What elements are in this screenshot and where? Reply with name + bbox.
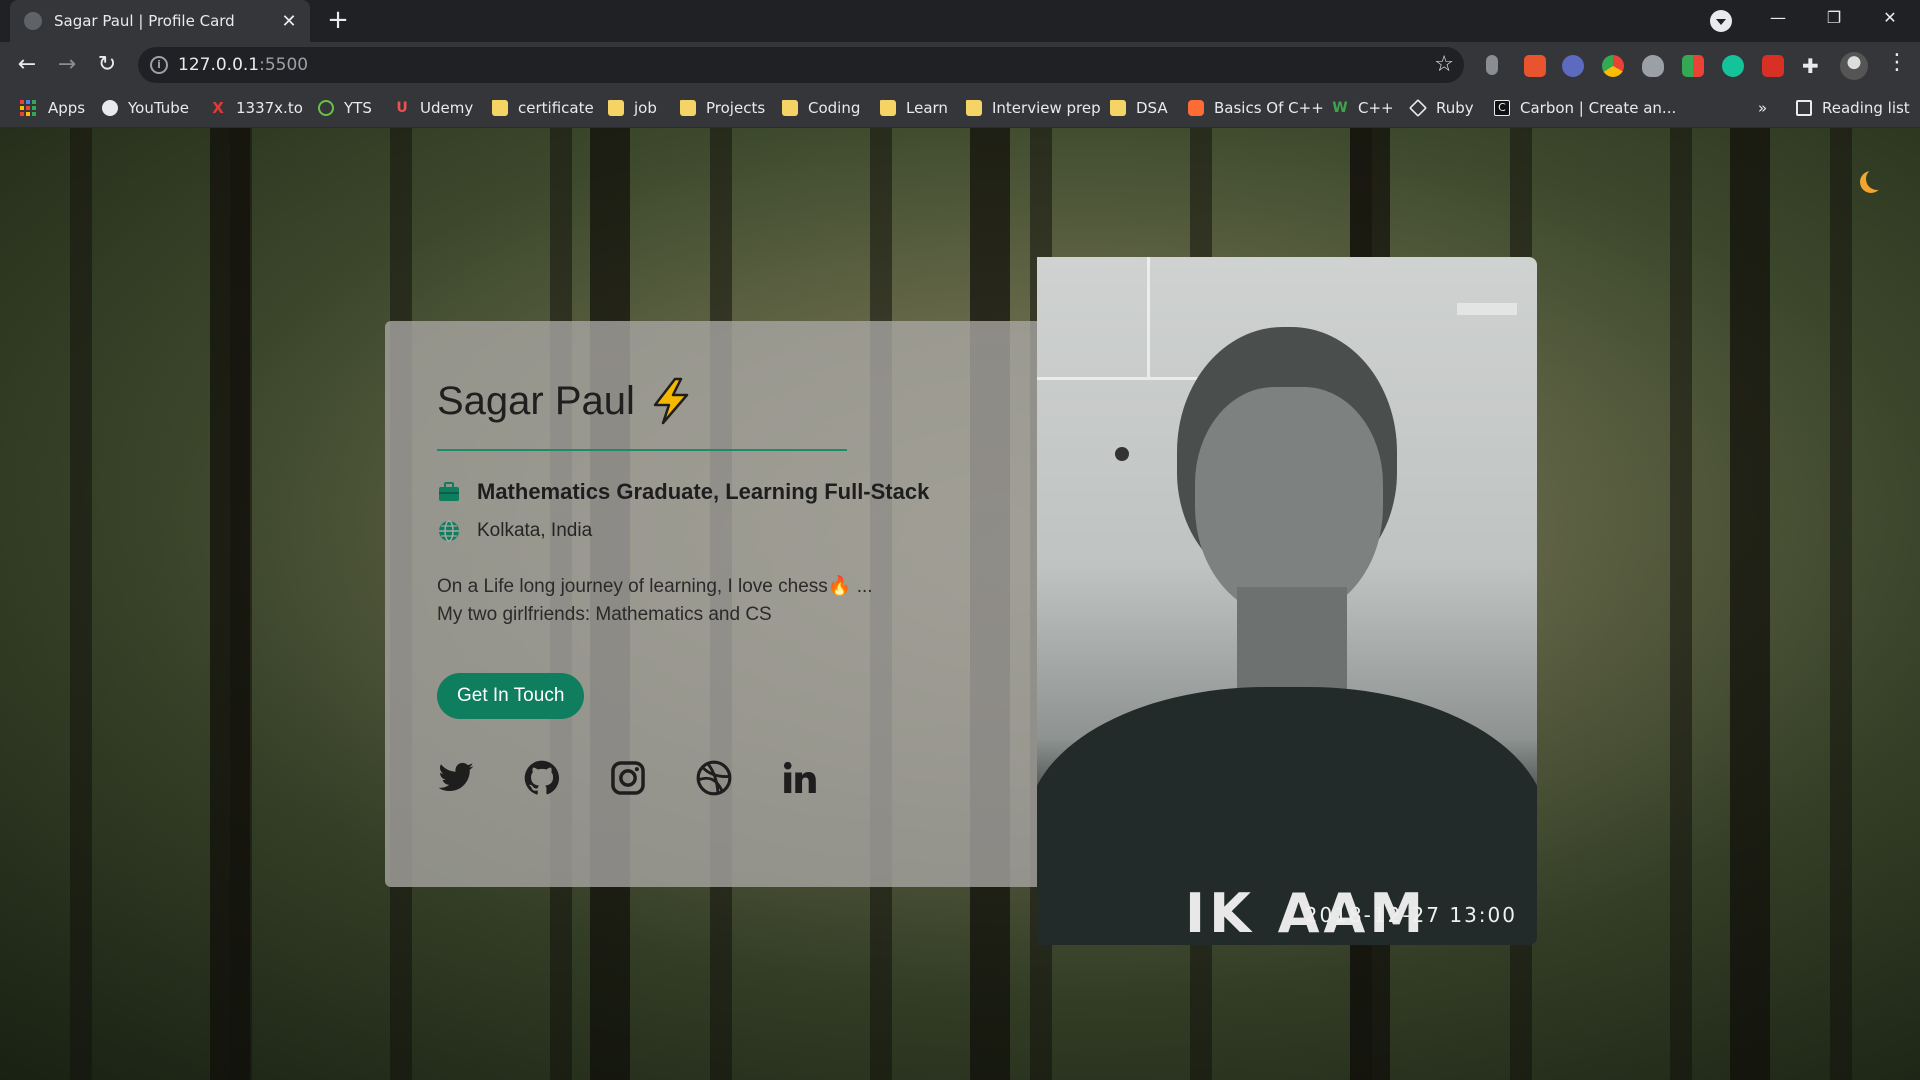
location-row: Kolkata, India [437,519,985,543]
reading-list-icon [1796,100,1812,116]
extension-icon[interactable] [1682,55,1704,77]
dark-mode-moon-icon[interactable] [1866,168,1888,190]
folder-icon [880,100,896,116]
url-text[interactable]: 127.0.0.1:5500 [178,55,308,75]
dribbble-icon[interactable] [695,759,733,797]
bio-line: My two girlfriends: Mathematics and CS [437,604,772,625]
bookmark-certificate[interactable]: certificate [492,88,594,128]
bookmark-youtube[interactable]: YouTube [102,88,189,128]
udemy-icon: U [396,100,408,116]
address-bar[interactable]: i 127.0.0.1:5500 ☆ [138,47,1464,83]
chrome-extension-icon[interactable] [1602,55,1624,77]
bookmark-projects[interactable]: Projects [680,88,765,128]
bookmark-dsa[interactable]: DSA [1110,88,1168,128]
reading-list-button[interactable]: Reading list [1796,88,1910,128]
tab-close-icon[interactable]: ✕ [278,11,300,32]
tab-search-icon[interactable] [1710,10,1732,32]
profile-avatar[interactable] [1840,52,1868,80]
apps-grid-icon [20,100,36,116]
bookmark-job[interactable]: job [608,88,657,128]
twitter-icon[interactable] [437,759,475,797]
bookmark-coding[interactable]: Coding [782,88,860,128]
tab-strip: Sagar Paul | Profile Card ✕ + — ❐ ✕ [0,0,1920,42]
browser-toolbar: ← → ↻ i 127.0.0.1:5500 ☆ [0,42,1920,88]
extensions-puzzle-icon[interactable]: ✚ [1802,55,1824,77]
photo-timestamp: 2018-12-27 13:00 [1304,903,1517,927]
folder-icon [492,100,508,116]
bookmark-learn[interactable]: Learn [880,88,948,128]
profile-bio: On a Life long journey of learning, I lo… [437,573,985,629]
instagram-icon[interactable] [609,759,647,797]
site-info-icon[interactable]: i [150,56,168,74]
forward-button[interactable]: → [52,50,82,80]
lightning-bolt-icon [653,377,689,425]
page-favicon-icon [24,12,42,30]
bookmark-yts[interactable]: YTS [318,88,372,128]
github-icon[interactable] [523,759,561,797]
globe-icon [102,100,118,116]
bookmark-udemy[interactable]: U Udemy [394,88,473,128]
folder-icon [608,100,624,116]
cloud-extension-icon[interactable] [1642,55,1664,77]
bookmark-cpp[interactable]: W C++ [1332,88,1393,128]
linkedin-icon[interactable] [781,759,819,797]
globe-icon [439,520,459,542]
profile-card: Sagar Paul Mathematics Graduate, Learnin… [385,321,1037,887]
profile-name: Sagar Paul [437,378,635,423]
name-divider [437,449,847,451]
extension-icon[interactable] [1524,55,1546,77]
browser-menu-icon[interactable]: ⋮ [1886,50,1908,75]
back-button[interactable]: ← [12,50,42,80]
folder-icon [680,100,696,116]
new-tab-button[interactable]: + [322,5,354,37]
minimize-button[interactable]: — [1750,0,1806,38]
bookmarks-bar: Apps YouTube X 1337x.to YTS U Udemy cert… [0,88,1920,128]
profile-title: Mathematics Graduate, Learning Full-Stac… [477,479,930,504]
reload-button[interactable]: ↻ [92,50,122,80]
profile-location: Kolkata, India [477,520,593,541]
briefcase-icon [439,482,459,501]
bio-line: On a Life long journey of learning, I lo… [437,576,873,597]
extension-icon[interactable] [1486,55,1498,75]
extension-icon[interactable] [1562,55,1584,77]
ruby-icon [1408,98,1428,118]
tab-title: Sagar Paul | Profile Card [54,12,235,30]
carbon-icon: C [1494,100,1510,116]
get-in-touch-button[interactable]: Get In Touch [437,673,585,719]
bookmark-interview-prep[interactable]: Interview prep [966,88,1101,128]
seo-extension-icon[interactable] [1762,55,1784,77]
name-row: Sagar Paul [437,377,985,425]
x-icon: X [212,99,224,117]
title-row: Mathematics Graduate, Learning Full-Stac… [437,479,985,505]
folder-icon [1110,100,1126,116]
bookmarks-overflow-button[interactable]: » [1758,88,1767,128]
bookmark-ruby[interactable]: Ruby [1408,88,1474,128]
bookmark-carbon[interactable]: C Carbon | Create an... [1494,88,1676,128]
w-icon: W [1332,100,1348,116]
tab-profile-card[interactable]: Sagar Paul | Profile Card ✕ [10,0,310,42]
restore-button[interactable]: ❐ [1806,0,1862,38]
social-links [437,759,985,797]
bookmark-1337x[interactable]: X 1337x.to [210,88,303,128]
yts-icon [318,100,334,116]
profile-photo: IK AAM 2018-12-27 13:00 [1037,257,1537,945]
page-background: Sagar Paul Mathematics Graduate, Learnin… [0,128,1920,1080]
folder-icon [966,100,982,116]
codechef-icon [1188,100,1204,116]
bookmark-basics-of-cpp[interactable]: Basics Of C++ [1188,88,1324,128]
close-window-button[interactable]: ✕ [1862,0,1918,38]
bookmark-apps[interactable]: Apps [20,88,85,128]
folder-icon [782,100,798,116]
bookmark-star-icon[interactable]: ☆ [1434,52,1454,77]
grammarly-icon[interactable] [1722,55,1744,77]
